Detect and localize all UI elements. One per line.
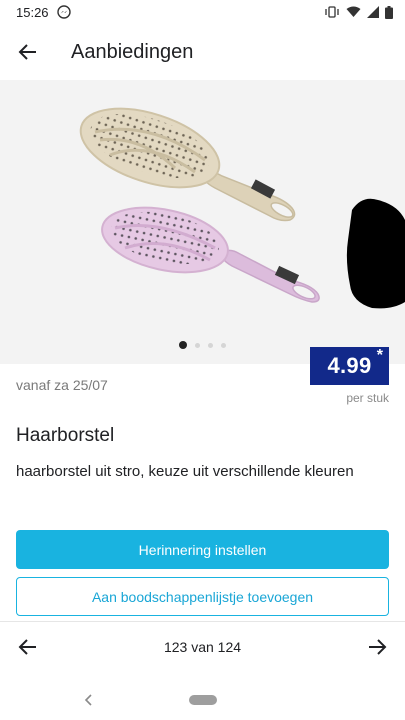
pager-position: 123 van 124: [163, 638, 242, 655]
carousel-dot[interactable]: [208, 342, 213, 348]
battery-icon: [385, 5, 393, 19]
price-badge: 4.99 *: [310, 347, 389, 385]
carousel-dot[interactable]: [179, 341, 187, 349]
offer-pager: 123 van 124: [0, 621, 405, 671]
arrow-right-icon: [368, 638, 387, 655]
add-to-shopping-list-button[interactable]: Aan boodschappenlijstje toevoegen: [16, 577, 389, 616]
carousel-dot[interactable]: [221, 342, 226, 348]
signal-icon: [367, 6, 379, 18]
price-asterisk: *: [376, 347, 383, 364]
valid-from-date: vanaf za 25/07: [16, 377, 108, 393]
set-reminder-button[interactable]: Herinnering instellen: [16, 530, 389, 569]
wifi-icon: [346, 6, 361, 18]
page-title: Aanbiedingen: [71, 40, 194, 63]
price-unit: per stuk: [346, 391, 389, 405]
arrow-left-icon: [18, 638, 36, 655]
system-navigation-bar: [0, 680, 405, 720]
status-time: 15:26: [16, 4, 49, 20]
app-bar: Aanbiedingen: [0, 24, 405, 80]
home-pill-button[interactable]: [188, 695, 217, 705]
product-description: haarborstel uit stro, keuze uit verschil…: [16, 463, 354, 480]
product-title: Haarborstel: [16, 425, 115, 446]
next-offer-button[interactable]: [361, 631, 393, 663]
previous-offer-button[interactable]: [12, 631, 44, 663]
price-value: 4.99: [327, 353, 372, 378]
product-image: [79, 107, 405, 309]
carousel-dot[interactable]: [195, 342, 200, 348]
system-back-button[interactable]: [82, 688, 96, 712]
vibrate-icon: [324, 6, 340, 18]
chevron-left-icon: [84, 694, 92, 706]
arrow-left-icon: [18, 44, 36, 60]
product-image-carousel[interactable]: [0, 80, 405, 364]
messenger-icon: [56, 5, 71, 19]
status-bar: 15:26: [0, 0, 405, 24]
back-button[interactable]: [0, 24, 56, 80]
